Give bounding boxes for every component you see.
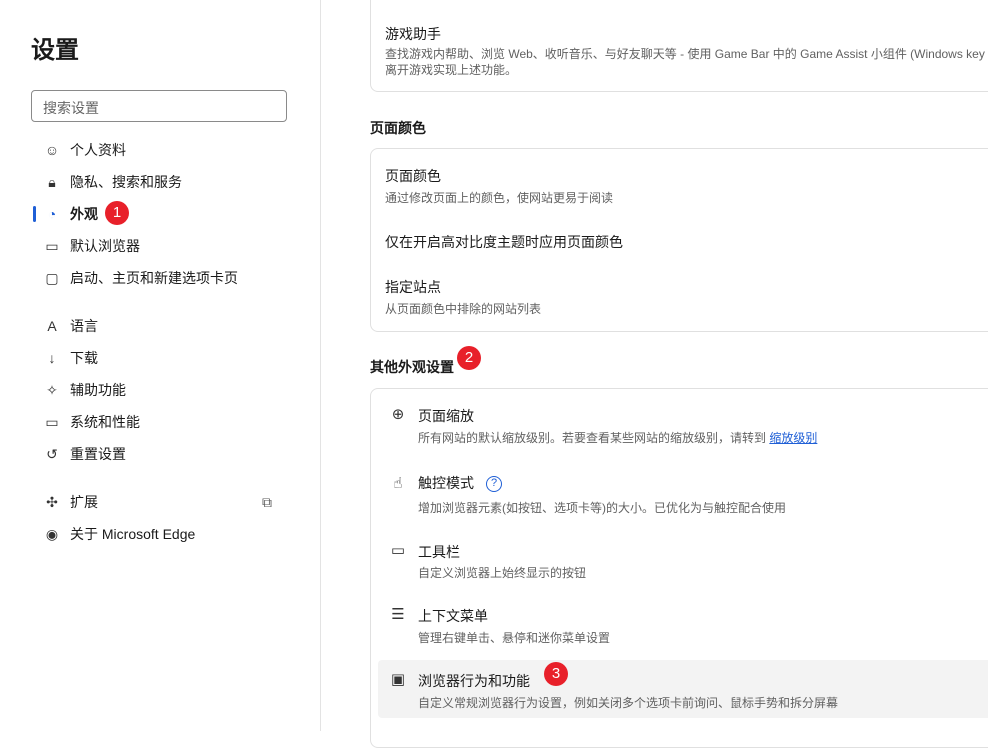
sidebar-item-system[interactable]: ▭ 系统和性能 xyxy=(0,406,321,438)
sidebar-item-language[interactable]: A 语言 xyxy=(0,310,321,342)
accessibility-icon: ✧ xyxy=(46,382,58,398)
sidebar-item-downloads[interactable]: ↓ 下载 xyxy=(0,342,321,374)
high-contrast-option[interactable]: 仅在开启高对比度主题时应用页面颜色 xyxy=(385,232,623,252)
laptop-icon: ▭ xyxy=(45,414,59,430)
annotation-badge-2: 2 xyxy=(457,346,481,370)
other-appearance-heading: 其他外观设置 xyxy=(370,359,454,375)
lock-icon: 🔒︎ xyxy=(48,174,56,190)
sidebar-item-appearance[interactable]: ◔ 外观 xyxy=(0,198,321,230)
search-input[interactable]: 搜索设置 xyxy=(31,90,287,122)
page-color-desc: 通过修改页面上的颜色，使网站更易于阅读 xyxy=(385,191,614,205)
palette-icon: ◔ xyxy=(47,206,57,222)
sidebar-item-privacy[interactable]: 🔒︎ 隐私、搜索和服务 xyxy=(0,166,321,198)
sidebar-item-startup[interactable]: ▢ 启动、主页和新建选项卡页 xyxy=(0,262,321,294)
game-assist-desc: 查找游戏内帮助、浏览 Web、收听音乐、与好友聊天等 - 使用 Game Bar… xyxy=(385,47,988,61)
annotation-badge-3: 3 xyxy=(544,662,568,686)
page-color-title[interactable]: 页面颜色 xyxy=(385,166,441,186)
settings-title: 设置 xyxy=(31,37,79,64)
sidebar-item-accessibility[interactable]: ✧ 辅助功能 xyxy=(0,374,321,406)
tab-icon: ▢ xyxy=(45,270,59,286)
puzzle-icon: ✣ xyxy=(46,494,58,510)
specified-sites-desc: 从页面颜色中排除的网站列表 xyxy=(385,302,542,316)
sidebar-item-extensions[interactable]: ✣ 扩展 ⧉ xyxy=(0,486,321,518)
zoom-icon: ⊕ xyxy=(391,406,405,423)
touch-icon: ☝ xyxy=(393,475,403,492)
game-assist-desc-2: 离开游戏实现上述功能。 xyxy=(385,63,518,77)
reset-icon: ↺ xyxy=(46,446,58,462)
toolbar-icon: ▭ xyxy=(390,542,406,559)
help-icon[interactable]: ? xyxy=(486,476,502,493)
edge-icon: ◉ xyxy=(45,526,59,542)
specified-sites-title[interactable]: 指定站点 xyxy=(385,277,441,297)
download-icon: ↓ xyxy=(48,350,56,366)
profile-icon: ☺ xyxy=(44,142,60,158)
annotation-badge-1: 1 xyxy=(105,201,129,225)
sidebar-item-reset[interactable]: ↺ 重置设置 xyxy=(0,438,321,470)
sidebar-item-about[interactable]: ◉ 关于 Microsoft Edge xyxy=(0,518,321,550)
language-icon: A xyxy=(47,318,57,334)
game-assist-title: 游戏助手 xyxy=(385,26,441,42)
page-color-heading: 页面颜色 xyxy=(370,120,426,136)
sidebar-item-profile[interactable]: ☺ 个人资料 xyxy=(0,134,321,166)
sidebar-item-default-browser[interactable]: ▭ 默认浏览器 xyxy=(0,230,321,262)
sidebar: 设置 搜索设置 ☺ 个人资料 🔒︎ 隐私、搜索和服务 ◔ 外观 ▭ 默认浏览器 ▢ 启动、… xyxy=(0,0,321,731)
browser-behavior-icon: ▣ xyxy=(390,671,406,688)
external-link-icon: ⧉ xyxy=(262,493,272,510)
browser-icon: ▭ xyxy=(45,238,59,254)
menu-icon: ☰ xyxy=(391,606,405,623)
zoom-level-link[interactable]: 缩放级别 xyxy=(769,431,817,445)
